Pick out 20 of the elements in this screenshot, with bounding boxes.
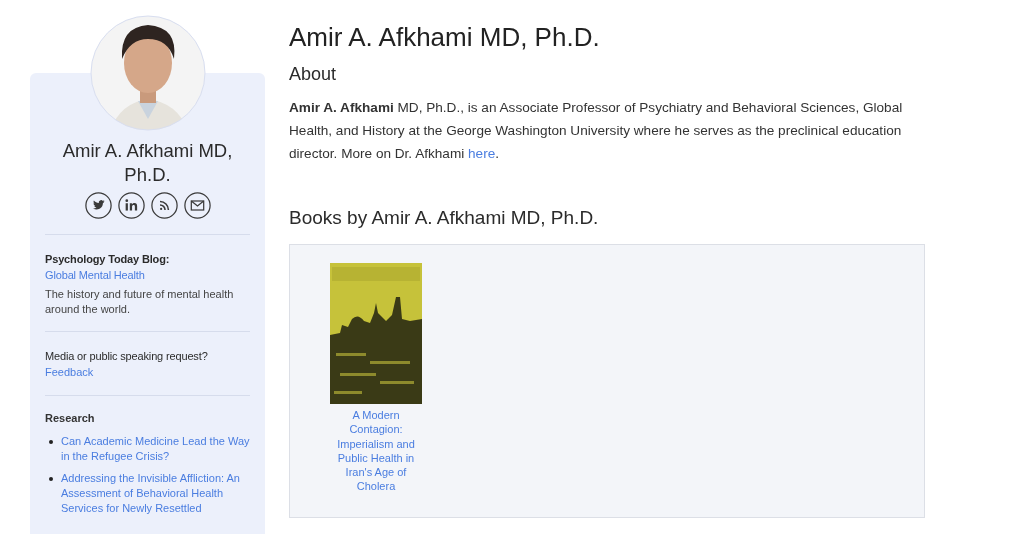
research-link[interactable]: Addressing the Invisible Affliction: An Assessment of Behavioral Health Services for Newly Resettled: [61, 471, 250, 516]
about-text: Amir A. Afkhami MD, Ph.D., is an Associate Professor of Psychiatry and Behavioral Sciences, Global Health, and History at the George Washington University where he serves as the preclinical education director. More on Dr. Afkhami here.: [289, 99, 904, 163]
bullet-icon: [49, 477, 53, 481]
media-request-label: Media or public speaking request?: [45, 349, 209, 364]
profile-name: Amir A. Afkhami MD, Ph.D.: [61, 139, 234, 187]
blog-description: The history and future of mental health around the world.: [45, 287, 235, 316]
blog-line: Psychology Today Blog: Global Mental Health: [45, 252, 171, 283]
about-heading: About: [289, 63, 338, 86]
twitter-icon[interactable]: [84, 192, 112, 219]
books-heading: Books by Amir A. Afkhami MD, Ph.D.: [289, 206, 600, 230]
research-heading: Research: [45, 412, 96, 424]
blog-link[interactable]: Global Mental Health: [45, 269, 145, 281]
email-icon[interactable]: [183, 192, 211, 219]
page-title: Amir A. Afkhami MD, Ph.D.: [289, 21, 601, 54]
feedback-link[interactable]: Feedback: [45, 364, 94, 380]
research-link[interactable]: Can Academic Medicine Lead the Way in the Refugee Crisis?: [61, 434, 250, 464]
book-title-link[interactable]: A Modern Contagion: Imperialism and Public Health in Iran's Age of Cholera: [326, 408, 426, 494]
linkedin-icon[interactable]: [117, 192, 145, 219]
rss-icon[interactable]: [150, 192, 178, 219]
bullet-icon: [49, 440, 53, 444]
